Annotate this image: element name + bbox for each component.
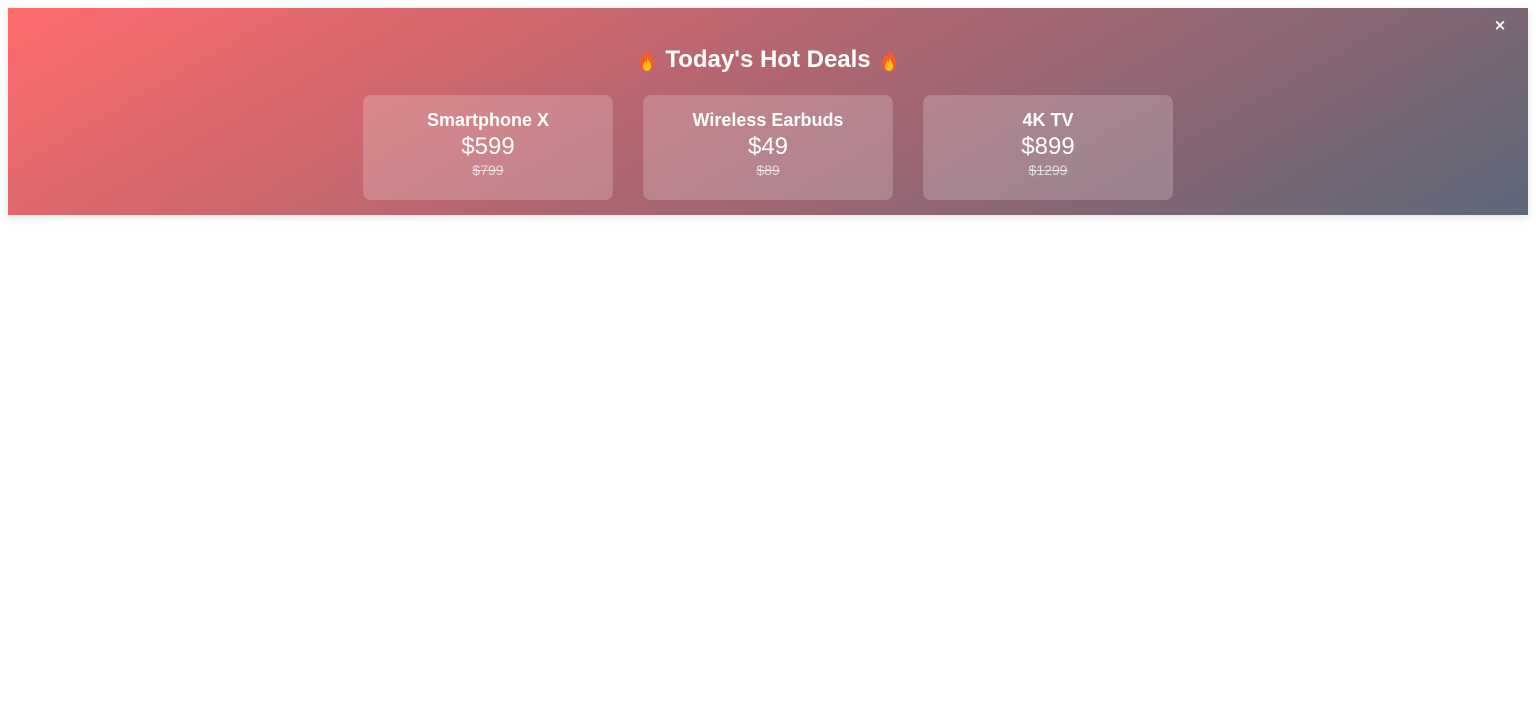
deal-name: 4K TV xyxy=(1022,110,1074,130)
deals-list: Smartphone X $599 $799 Wireless Earbuds … xyxy=(8,95,1528,200)
flame-icon xyxy=(879,48,899,72)
deal-price: $599 xyxy=(461,133,515,160)
deal-card-smartphone-x[interactable]: Smartphone X $599 $799 xyxy=(363,95,613,200)
flame-icon xyxy=(637,48,657,72)
deal-original-price: $1299 xyxy=(1028,162,1068,178)
close-button[interactable]: × xyxy=(1492,16,1508,34)
banner-title-row: Today's Hot Deals xyxy=(8,44,1528,76)
deal-name: Wireless Earbuds xyxy=(692,110,844,130)
hot-deals-banner: × Today's Hot Deals Smartphone X $599 $7… xyxy=(8,8,1528,215)
deal-card-4k-tv[interactable]: 4K TV $899 $1299 xyxy=(923,95,1173,200)
banner-title: Today's Hot Deals xyxy=(665,46,871,73)
deal-name: Smartphone X xyxy=(426,110,550,130)
deal-original-price: $89 xyxy=(756,162,780,178)
deal-original-price: $799 xyxy=(472,162,504,178)
deal-card-wireless-earbuds[interactable]: Wireless Earbuds $49 $89 xyxy=(643,95,893,200)
deal-price: $899 xyxy=(1021,133,1075,160)
deal-price: $49 xyxy=(747,133,789,160)
